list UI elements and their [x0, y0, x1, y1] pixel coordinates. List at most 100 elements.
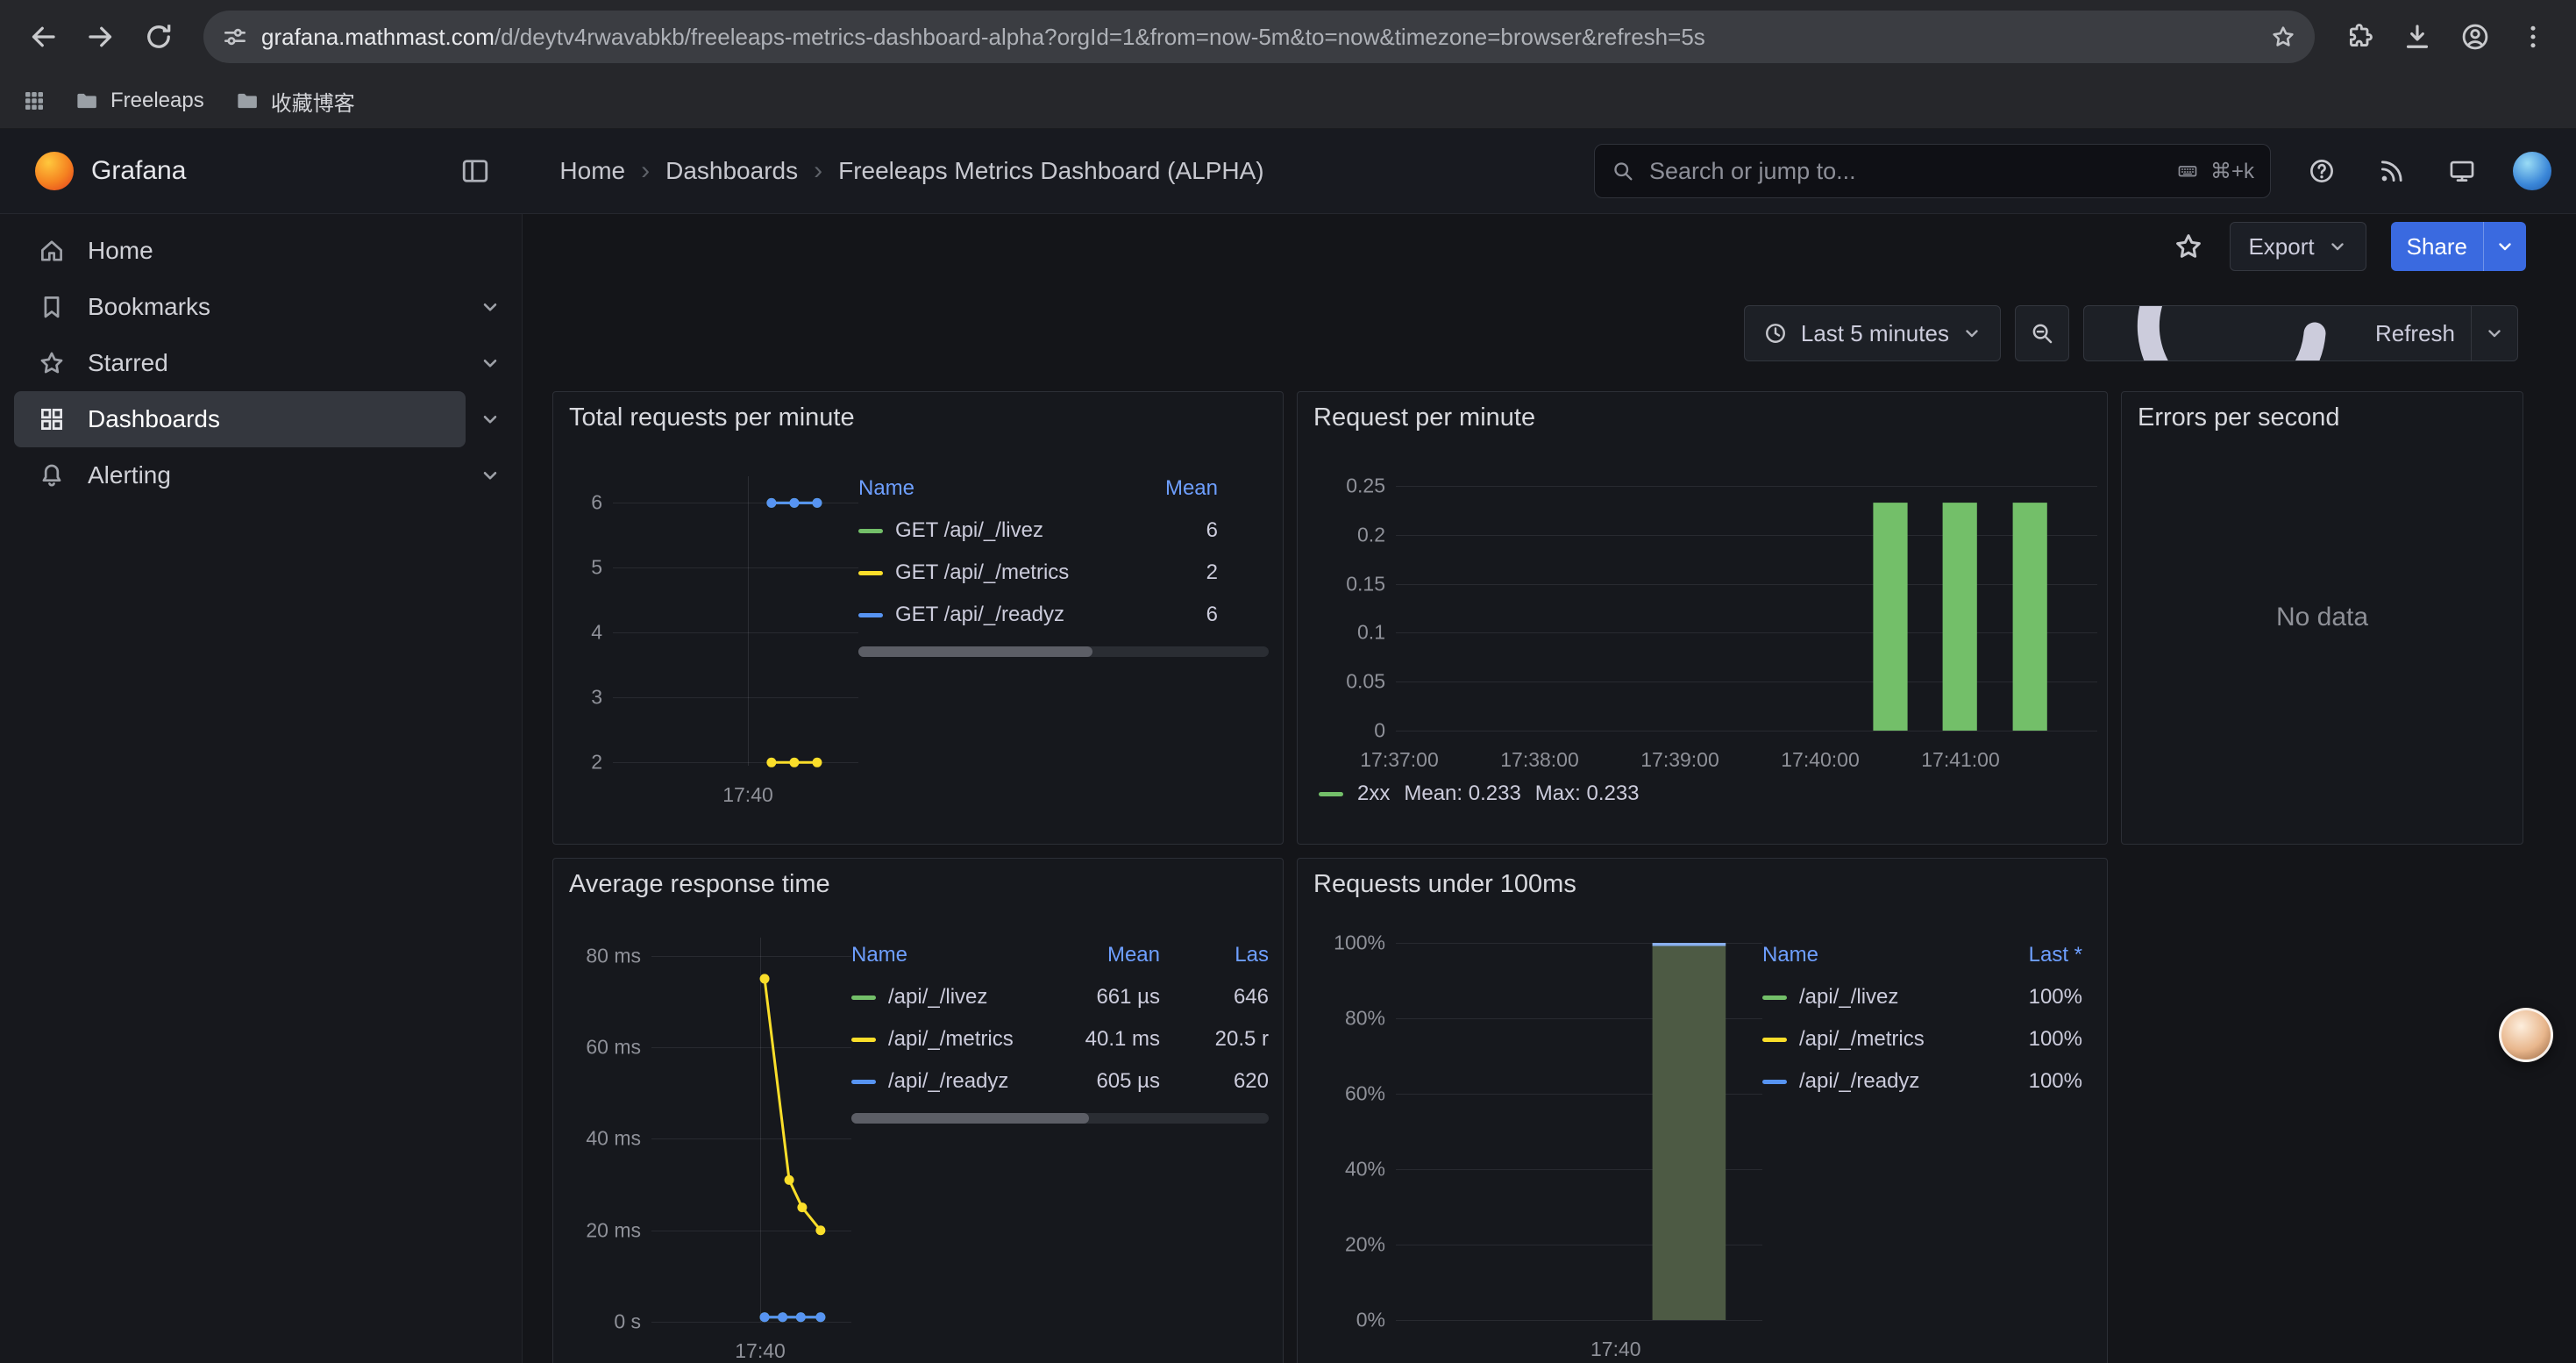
grafana-logo[interactable]: [35, 152, 74, 190]
url-path: /d/deytv4rwavabkb/freeleaps-metrics-dash…: [495, 24, 1705, 50]
legend-series-name[interactable]: GET /api/_/livez: [858, 518, 1120, 543]
panel-title[interactable]: Errors per second: [2138, 403, 2340, 432]
legend-value: 6: [1120, 603, 1218, 627]
panel-title[interactable]: Requests under 100ms: [1313, 870, 1576, 899]
help-button[interactable]: [2302, 152, 2341, 190]
sidebar-expand-button[interactable]: [466, 464, 515, 487]
sidebar-item-link[interactable]: Bookmarks: [14, 279, 466, 335]
org-name[interactable]: Grafana: [91, 156, 186, 186]
reload-icon: [143, 21, 174, 53]
panel-body: 0.250.20.150.10.05017:37:0017:38:0017:39…: [1298, 443, 2107, 844]
plot-area[interactable]: [613, 476, 858, 766]
bookmark-item[interactable]: 收藏博客: [222, 79, 367, 124]
sidebar-expand-button[interactable]: [466, 408, 515, 431]
series-label: GET /api/_/metrics: [895, 560, 1069, 585]
breadcrumb-item[interactable]: Home: [559, 157, 625, 185]
news-button[interactable]: [2373, 152, 2411, 190]
plot-area[interactable]: [1396, 476, 2097, 731]
export-button[interactable]: Export: [2230, 222, 2366, 271]
legend-col-header[interactable]: Mean: [1120, 476, 1218, 501]
chevron-down-icon: [2484, 323, 2505, 344]
y-axis: 65432: [567, 476, 613, 766]
legend-col-name[interactable]: Name: [858, 476, 1120, 501]
folder-icon: [74, 88, 100, 114]
browser-menu-button[interactable]: [2508, 11, 2558, 62]
reload-button[interactable]: [133, 11, 184, 62]
folder-icon: [234, 88, 260, 114]
share-main[interactable]: Share: [2391, 222, 2483, 271]
forward-button[interactable]: [75, 11, 126, 62]
site-settings-icon[interactable]: [221, 23, 249, 51]
share-button[interactable]: Share: [2391, 222, 2526, 271]
zoom-out-button[interactable]: [2015, 305, 2069, 361]
refresh-main[interactable]: Refresh: [2084, 306, 2471, 360]
assistant-avatar[interactable]: [2499, 1008, 2553, 1062]
shortcut-label: ⌘+k: [2210, 159, 2254, 184]
y-tick-label: 20%: [1345, 1233, 1385, 1257]
panel-requests-under-100ms: Requests under 100ms100%80%60%40%20%0%17…: [1297, 858, 2108, 1363]
legend-series-name[interactable]: /api/_/metrics: [1762, 1027, 1977, 1052]
legend-series-name[interactable]: GET /api/_/readyz: [858, 603, 1120, 627]
favorite-star-icon[interactable]: [2172, 230, 2205, 263]
apps-grid-icon[interactable]: [21, 88, 47, 114]
sidebar-item-alerting: Alerting: [14, 447, 515, 503]
legend-series-name[interactable]: /api/_/readyz: [1762, 1069, 1977, 1094]
search-placeholder: Search or jump to...: [1649, 158, 2160, 185]
legend-col-header[interactable]: Last *: [1977, 943, 2082, 967]
search-input[interactable]: Search or jump to... ⌘+k: [1594, 144, 2271, 198]
legend-series-name[interactable]: /api/_/metrics: [851, 1027, 1051, 1052]
sidebar-toggle-icon[interactable]: [459, 155, 491, 187]
legend-value: 646: [1160, 985, 1269, 1010]
extensions-button[interactable]: [2334, 11, 2385, 62]
x-tick-label: 17:41:00: [1921, 748, 2000, 772]
legend-series-name[interactable]: /api/_/readyz: [851, 1069, 1051, 1094]
legend-value: 661 µs: [1051, 985, 1160, 1010]
legend-col-name[interactable]: Name: [851, 943, 1051, 967]
sidebar-expand-button[interactable]: [466, 352, 515, 375]
profile-button[interactable]: [2450, 11, 2501, 62]
panel-title[interactable]: Total requests per minute: [569, 403, 855, 432]
breadcrumb-item[interactable]: Freeleaps Metrics Dashboard (ALPHA): [838, 157, 1264, 185]
plot-area[interactable]: [1396, 938, 1762, 1320]
search-icon: [1611, 159, 1635, 183]
series-label: GET /api/_/readyz: [895, 603, 1064, 627]
panel-errors-per-second: Errors per secondNo data: [2121, 391, 2523, 845]
legend-value: 605 µs: [1051, 1069, 1160, 1094]
breadcrumb-item[interactable]: Dashboards: [665, 157, 798, 185]
plot-area[interactable]: [651, 938, 851, 1322]
user-avatar[interactable]: [2513, 152, 2551, 190]
legend-series-name[interactable]: /api/_/livez: [851, 985, 1051, 1010]
sidebar-item-label: Bookmarks: [88, 293, 210, 321]
legend: NameMeanGET /api/_/livez 6 GET /api/_/metr…: [858, 467, 1269, 844]
sidebar-item-link[interactable]: Alerting: [14, 447, 466, 503]
legend-col-header[interactable]: Las: [1160, 943, 1269, 967]
scrollbar-thumb[interactable]: [851, 1113, 1089, 1124]
sidebar-item-label: Alerting: [88, 461, 171, 489]
legend-series-name[interactable]: GET /api/_/metrics: [858, 560, 1120, 585]
legend-series-name[interactable]: 2xxMean: 0.233Max: 0.233: [1319, 781, 1640, 806]
share-menu-button[interactable]: [2483, 222, 2526, 271]
sidebar-item-link[interactable]: Home: [14, 223, 515, 279]
sidebar-expand-button[interactable]: [466, 296, 515, 318]
legend-header: NameLast *: [1762, 934, 2093, 976]
time-range-picker[interactable]: Last 5 minutes: [1744, 305, 2001, 361]
panel-title[interactable]: Average response time: [569, 870, 830, 899]
sidebar-item-link[interactable]: Starred: [14, 335, 466, 391]
bookmark-star-icon[interactable]: [2269, 23, 2297, 51]
breadcrumb: Home›Dashboards›Freeleaps Metrics Dashbo…: [559, 156, 1263, 186]
legend-scrollbar[interactable]: [858, 646, 1269, 657]
display-button[interactable]: [2443, 152, 2481, 190]
refresh-interval-button[interactable]: [2471, 306, 2517, 360]
sidebar-item-link[interactable]: Dashboards: [14, 391, 466, 447]
url-bar[interactable]: grafana.mathmast.com/d/deytv4rwavabkb/fr…: [203, 11, 2315, 63]
downloads-button[interactable]: [2392, 11, 2443, 62]
legend-col-name[interactable]: Name: [1762, 943, 1977, 967]
panel-title[interactable]: Request per minute: [1313, 403, 1535, 432]
legend-col-header[interactable]: Mean: [1051, 943, 1160, 967]
legend-scrollbar[interactable]: [851, 1113, 1269, 1124]
back-button[interactable]: [18, 11, 68, 62]
bookmark-item[interactable]: Freeleaps: [61, 79, 217, 124]
scrollbar-thumb[interactable]: [858, 646, 1092, 657]
refresh-button[interactable]: Refresh: [2083, 305, 2518, 361]
legend-series-name[interactable]: /api/_/livez: [1762, 985, 1977, 1010]
